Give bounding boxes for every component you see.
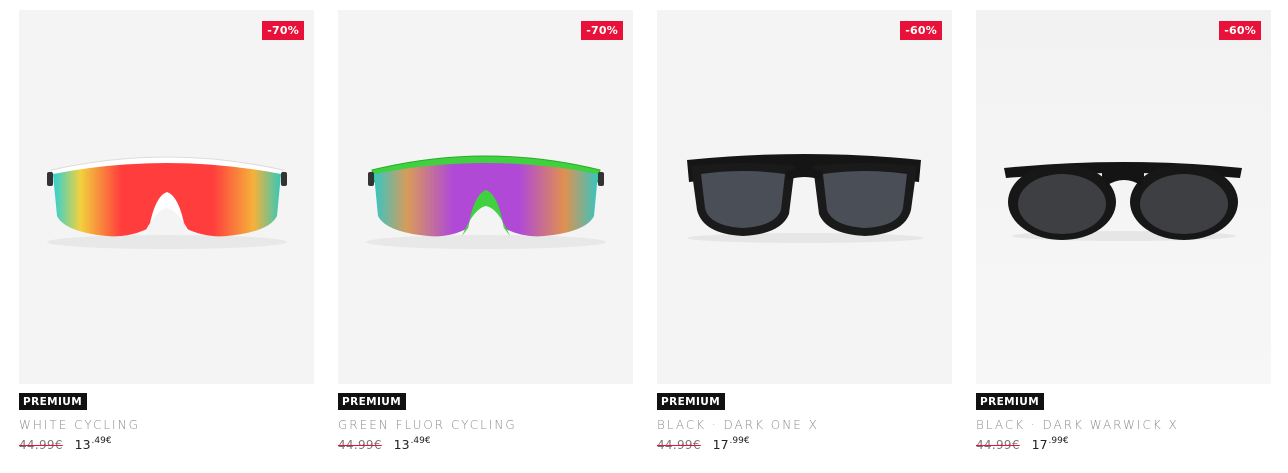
price-row: 44.99€ 17.99€ (657, 436, 952, 452)
product-name[interactable]: WHITE CYCLING (19, 418, 314, 432)
black-dark-one-x-sunglasses-image[interactable] (657, 10, 952, 384)
product-image-container[interactable]: -60% (657, 10, 952, 384)
black-dark-warwick-x-sunglasses-image[interactable] (976, 10, 1271, 384)
discount-badge: -60% (900, 21, 942, 40)
product-card[interactable]: -70% PREMIUM WHITE CYCLING 44.99€ 13.49€ (19, 10, 314, 452)
sale-price: 13.49€ (74, 436, 112, 452)
product-card[interactable]: -60% PREMIUM BLACK · DARK ONE X 44.99€ 1… (657, 10, 952, 452)
discount-badge: -70% (581, 21, 623, 40)
discount-badge: -60% (1219, 21, 1261, 40)
price-row: 44.99€ 17.99€ (976, 436, 1271, 452)
product-name[interactable]: GREEN FLUOR CYCLING (338, 418, 633, 432)
product-name[interactable]: BLACK · DARK WARWICK X (976, 418, 1271, 432)
sale-price-integer: 17 (1031, 437, 1048, 452)
price-row: 44.99€ 13.49€ (338, 436, 633, 452)
product-name[interactable]: BLACK · DARK ONE X (657, 418, 952, 432)
original-price: 44.99€ (338, 438, 382, 452)
white-cycling-sunglasses-image[interactable] (19, 10, 314, 384)
original-price: 44.99€ (19, 438, 63, 452)
sale-price-integer: 17 (712, 437, 729, 452)
sale-price-decimal: .49€ (410, 436, 431, 446)
product-card[interactable]: -60% PREMIUM BLACK · DARK WARWICK X 44.9… (976, 10, 1271, 452)
sale-price-decimal: .99€ (1048, 436, 1069, 446)
sale-price: 17.99€ (712, 436, 750, 452)
sale-price-integer: 13 (74, 437, 91, 452)
premium-tag: PREMIUM (976, 393, 1045, 410)
sale-price-decimal: .49€ (91, 436, 112, 446)
premium-tag: PREMIUM (19, 393, 88, 410)
product-card[interactable]: -70% PREMIUM GREEN FLUOR CYCLING 44.99€ … (338, 10, 633, 452)
sale-price-decimal: .99€ (729, 436, 750, 446)
product-image-container[interactable]: -60% (976, 10, 1271, 384)
product-image-container[interactable]: -70% (19, 10, 314, 384)
green-fluor-cycling-sunglasses-image[interactable] (338, 10, 633, 384)
premium-tag: PREMIUM (338, 393, 407, 410)
discount-badge: -70% (262, 21, 304, 40)
sale-price: 13.49€ (393, 436, 431, 452)
sale-price: 17.99€ (1031, 436, 1069, 452)
original-price: 44.99€ (976, 438, 1020, 452)
original-price: 44.99€ (657, 438, 701, 452)
premium-tag: PREMIUM (657, 393, 726, 410)
price-row: 44.99€ 13.49€ (19, 436, 314, 452)
sale-price-integer: 13 (393, 437, 410, 452)
product-image-container[interactable]: -70% (338, 10, 633, 384)
